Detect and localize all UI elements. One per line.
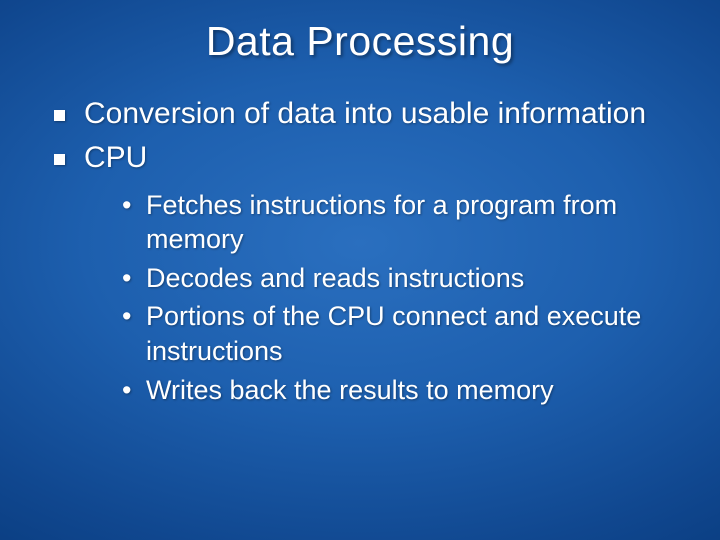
sub-bullet-text: Portions of the CPU connect and execute …: [146, 301, 641, 366]
sub-bullet-text: Fetches instructions for a program from …: [146, 190, 617, 255]
sub-bullet-item: • Writes back the results to memory: [84, 373, 680, 408]
bullet-text: CPU: [84, 141, 147, 174]
slide: Data Processing Conversion of data into …: [0, 0, 720, 540]
sub-bullet-item: • Decodes and reads instructions: [84, 261, 680, 296]
bullet-dot-icon: •: [122, 261, 131, 296]
sub-bullet-text: Decodes and reads instructions: [146, 263, 524, 293]
slide-content: Conversion of data into usable informati…: [0, 65, 720, 407]
sub-bullet-item: • Fetches instructions for a program fro…: [84, 188, 680, 257]
bullet-list-level2: • Fetches instructions for a program fro…: [84, 188, 680, 407]
bullet-item: CPU • Fetches instructions for a program…: [40, 139, 680, 407]
bullet-list-level1: Conversion of data into usable informati…: [40, 95, 680, 407]
bullet-dot-icon: •: [122, 188, 131, 223]
bullet-item: Conversion of data into usable informati…: [40, 95, 680, 133]
sub-bullet-text: Writes back the results to memory: [146, 375, 554, 405]
bullet-dot-icon: •: [122, 299, 131, 334]
bullet-text: Conversion of data into usable informati…: [84, 97, 646, 130]
sub-bullet-item: • Portions of the CPU connect and execut…: [84, 299, 680, 368]
slide-title: Data Processing: [0, 0, 720, 65]
bullet-dot-icon: •: [122, 373, 131, 408]
